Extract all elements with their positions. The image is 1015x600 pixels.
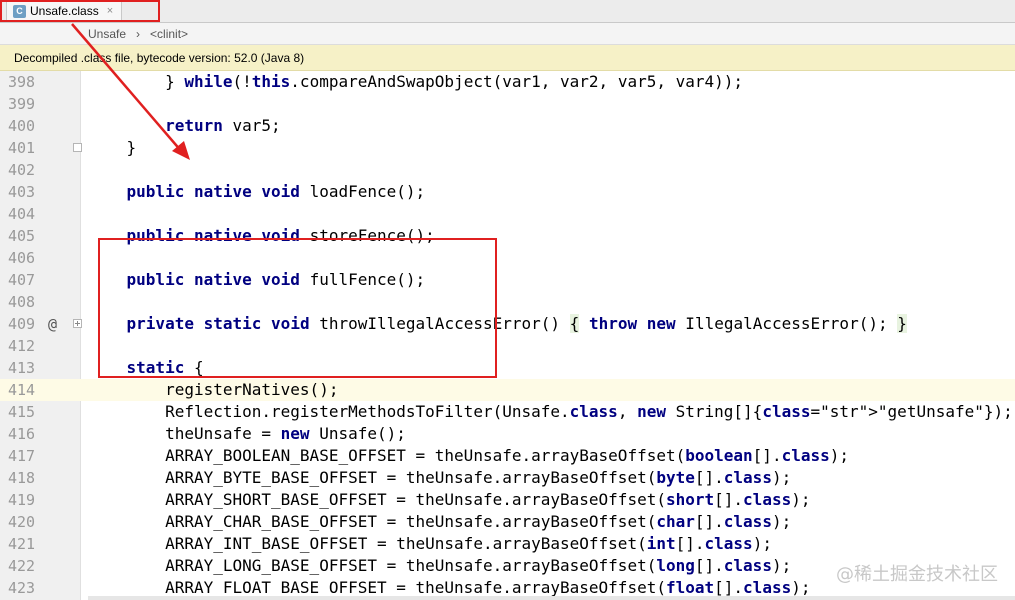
line-number: 422 xyxy=(8,557,36,575)
override-annotation-icon[interactable]: @ xyxy=(48,313,57,335)
banner-text: Decompiled .class file, bytecode version… xyxy=(14,50,305,65)
code-line-403[interactable]: 403 public native void loadFence(); xyxy=(0,181,1015,203)
line-number: 404 xyxy=(8,205,36,223)
code-line-413[interactable]: 413 static { xyxy=(0,357,1015,379)
line-number: 406 xyxy=(8,249,36,267)
code-line-401[interactable]: 401 } xyxy=(0,137,1015,159)
line-number: 409 xyxy=(8,315,36,333)
line-code: theUnsafe = new Unsafe(); xyxy=(88,424,406,443)
code-line-416[interactable]: 416 theUnsafe = new Unsafe(); xyxy=(0,423,1015,445)
fold-toggle-icon[interactable] xyxy=(73,319,82,328)
line-number: 414 xyxy=(8,381,36,399)
code-line-406[interactable]: 406 xyxy=(0,247,1015,269)
code-line-398[interactable]: 398 } while(!this.compareAndSwapObject(v… xyxy=(0,71,1015,93)
line-number: 420 xyxy=(8,513,36,531)
horizontal-scrollbar[interactable] xyxy=(88,596,1015,600)
editor-tab-bar: C Unsafe.class × xyxy=(0,0,1015,23)
close-icon[interactable]: × xyxy=(107,5,113,17)
code-line-419[interactable]: 419 ARRAY_SHORT_BASE_OFFSET = theUnsafe.… xyxy=(0,489,1015,511)
tab-label: Unsafe.class xyxy=(30,4,99,18)
line-number: 418 xyxy=(8,469,36,487)
line-code: ARRAY_INT_BASE_OFFSET = theUnsafe.arrayB… xyxy=(88,534,772,553)
line-number: 413 xyxy=(8,359,36,377)
code-line-405[interactable]: 405 public native void storeFence(); xyxy=(0,225,1015,247)
line-number: 401 xyxy=(8,139,36,157)
code-line-400[interactable]: 400 return var5; xyxy=(0,115,1015,137)
breadcrumb-separator: › xyxy=(136,26,141,41)
breadcrumb-item-clinit[interactable]: <clinit> xyxy=(150,27,188,41)
code-line-408[interactable]: 408 xyxy=(0,291,1015,313)
line-number: 398 xyxy=(8,73,36,91)
line-number: 400 xyxy=(8,117,36,135)
line-number: 407 xyxy=(8,271,36,289)
line-code: registerNatives(); xyxy=(88,380,339,399)
line-number: 412 xyxy=(8,337,36,355)
code-line-409[interactable]: 409 @ private static void throwIllegalAcc… xyxy=(0,313,1015,335)
line-number: 405 xyxy=(8,227,36,245)
line-code: public native void storeFence(); xyxy=(126,226,435,245)
line-code: public native void loadFence(); xyxy=(126,182,426,201)
line-number: 415 xyxy=(8,403,36,421)
line-number: 403 xyxy=(8,183,36,201)
line-code: } while(!this.compareAndSwapObject(var1,… xyxy=(88,72,744,91)
line-number: 408 xyxy=(8,293,36,311)
line-code: } xyxy=(88,138,137,157)
line-number: 421 xyxy=(8,535,36,553)
line-code: ARRAY_SHORT_BASE_OFFSET = theUnsafe.arra… xyxy=(88,490,811,509)
line-number: 417 xyxy=(8,447,36,465)
code-line-407[interactable]: 407 public native void fullFence(); xyxy=(0,269,1015,291)
line-number: 399 xyxy=(8,95,36,113)
code-line-404[interactable]: 404 xyxy=(0,203,1015,225)
fold-toggle-icon[interactable] xyxy=(73,143,82,152)
code-line-417[interactable]: 417 ARRAY_BOOLEAN_BASE_OFFSET = theUnsaf… xyxy=(0,445,1015,467)
decompiled-banner: Decompiled .class file, bytecode version… xyxy=(0,45,1015,71)
line-number: 416 xyxy=(8,425,36,443)
code-line-421[interactable]: 421 ARRAY_INT_BASE_OFFSET = theUnsafe.ar… xyxy=(0,533,1015,555)
code-line-418[interactable]: 418 ARRAY_BYTE_BASE_OFFSET = theUnsafe.a… xyxy=(0,467,1015,489)
code-line-415[interactable]: 415 Reflection.registerMethodsToFilter(U… xyxy=(0,401,1015,423)
line-code: return var5; xyxy=(165,116,281,135)
line-code: private static void throwIllegalAccessEr… xyxy=(126,314,907,333)
breadcrumb: Unsafe › <clinit> xyxy=(0,23,1015,45)
line-code: ARRAY_CHAR_BASE_OFFSET = theUnsafe.array… xyxy=(88,512,792,531)
code-line-412[interactable]: 412 xyxy=(0,335,1015,357)
code-line-402[interactable]: 402 xyxy=(0,159,1015,181)
line-number: 423 xyxy=(8,579,36,597)
class-file-icon: C xyxy=(13,4,26,18)
line-code: ARRAY_LONG_BASE_OFFSET = theUnsafe.array… xyxy=(88,556,792,575)
line-code: ARRAY_BOOLEAN_BASE_OFFSET = theUnsafe.ar… xyxy=(88,446,850,465)
code-line-414[interactable]: 414 registerNatives(); xyxy=(0,379,1015,401)
code-line-420[interactable]: 420 ARRAY_CHAR_BASE_OFFSET = theUnsafe.a… xyxy=(0,511,1015,533)
line-code: static { xyxy=(126,358,204,377)
watermark: @稀土掘金技术社区 xyxy=(836,564,998,585)
code-line-399[interactable]: 399 xyxy=(0,93,1015,115)
breadcrumb-item-unsafe[interactable]: Unsafe xyxy=(88,27,126,41)
line-number: 419 xyxy=(8,491,36,509)
code-editor[interactable]: 398 } while(!this.compareAndSwapObject(v… xyxy=(0,71,1015,600)
line-code: public native void fullFence(); xyxy=(126,270,426,289)
line-code: ARRAY_BYTE_BASE_OFFSET = theUnsafe.array… xyxy=(88,468,792,487)
tab-unsafe-class[interactable]: C Unsafe.class × xyxy=(6,0,122,22)
line-number: 402 xyxy=(8,161,36,179)
line-code: Reflection.registerMethodsToFilter(Unsaf… xyxy=(88,402,1013,421)
